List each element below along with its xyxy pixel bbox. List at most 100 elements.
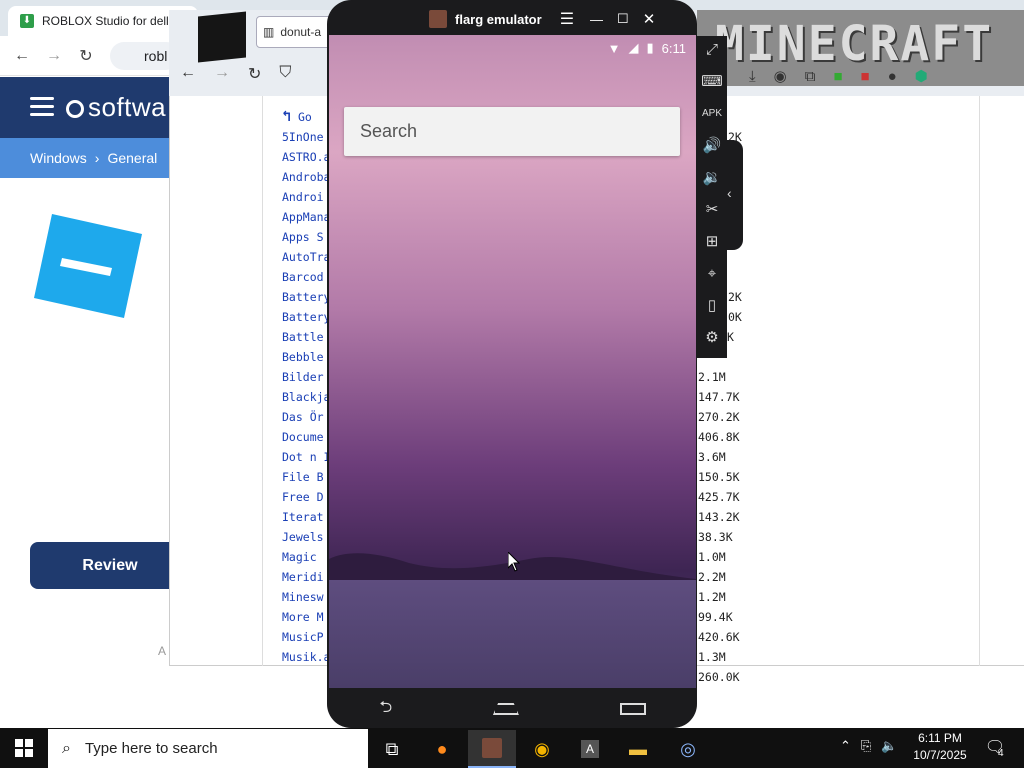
file-link[interactable]: File B xyxy=(282,470,324,484)
extension-icon[interactable]: ■ xyxy=(833,68,842,85)
volume-up-icon[interactable]: 🔊 xyxy=(700,134,724,158)
file-link[interactable]: Barcod xyxy=(282,270,324,284)
listing-nav: ← → ↻ ⛉ xyxy=(180,64,340,86)
breadcrumb-general[interactable]: General xyxy=(107,150,157,166)
file-link[interactable]: Androba xyxy=(282,170,330,184)
emulator-title: flarg emulator xyxy=(455,11,542,27)
file-link[interactable]: Blackja xyxy=(282,390,330,404)
status-time: 6:11 xyxy=(661,40,686,56)
info-icon[interactable]: ⛉ xyxy=(279,64,291,86)
cube-icon xyxy=(198,11,246,63)
recent-apps-icon[interactable] xyxy=(619,703,646,715)
add-icon[interactable]: ⊞ xyxy=(700,230,724,254)
windows-start-icon[interactable] xyxy=(0,728,48,768)
file-size: 406.8K xyxy=(698,430,740,444)
file-link[interactable]: Minesw xyxy=(282,590,324,604)
extension-icon[interactable]: ⧉ xyxy=(805,68,816,85)
fullscreen-icon[interactable]: ⤢ xyxy=(700,38,724,62)
location-icon[interactable]: ⌖ xyxy=(700,262,724,286)
file-link[interactable]: Dot n I xyxy=(282,450,330,464)
back-icon[interactable]: ← xyxy=(12,46,32,66)
roblox-logo-icon xyxy=(34,214,142,318)
file-size: 2.1M xyxy=(698,370,726,384)
scissors-icon[interactable]: ✂ xyxy=(700,198,724,222)
android-nav-bar: ⮌ xyxy=(329,690,696,728)
file-link[interactable]: Free D xyxy=(282,490,324,504)
file-link[interactable]: Androi xyxy=(282,190,324,204)
forward-icon[interactable]: → xyxy=(44,46,64,66)
file-size: 150.5K xyxy=(698,470,740,484)
file-size: 1.0M xyxy=(698,550,726,564)
profile-icon[interactable]: ◉ xyxy=(774,67,787,85)
chevron-up-icon[interactable]: ⌃ xyxy=(840,738,851,754)
file-size: 425.7K xyxy=(698,490,740,504)
file-link[interactable]: Musik.a xyxy=(282,650,330,664)
keyboard-icon[interactable]: ⌨ xyxy=(700,70,724,94)
apk-install-icon[interactable]: APK xyxy=(700,102,724,126)
reload-icon[interactable]: ↻ xyxy=(76,46,96,66)
clock-date: 10/7/2025 xyxy=(913,748,967,762)
volume-icon[interactable]: 🔈 xyxy=(881,738,897,754)
download-icon: ⬇ xyxy=(20,14,34,28)
file-link[interactable]: Apps S xyxy=(282,230,324,244)
file-link[interactable]: Bebble xyxy=(282,350,324,364)
file-link[interactable]: More M xyxy=(282,610,324,624)
menu-icon[interactable]: ☰ xyxy=(560,9,574,29)
taskbar-search-placeholder: Type here to search xyxy=(84,740,218,757)
download-icon[interactable]: ⤓ xyxy=(749,68,756,85)
file-link[interactable]: AutoTra xyxy=(282,250,330,264)
breadcrumb-windows[interactable]: Windows xyxy=(30,150,87,166)
site-logo[interactable]: softwa xyxy=(66,92,166,123)
file-size: 420.6K xyxy=(698,630,740,644)
file-link[interactable]: Das Ör xyxy=(282,410,324,424)
taskbar-clock[interactable]: 6:11 PM 10/7/2025 xyxy=(900,730,980,766)
extension-icon[interactable]: ● xyxy=(888,68,897,85)
home-icon[interactable] xyxy=(492,703,519,715)
volume-down-icon[interactable]: 🔉 xyxy=(700,166,724,190)
close-icon[interactable]: ✕ xyxy=(643,10,656,28)
file-link[interactable]: Battery xyxy=(282,290,330,304)
task-view-icon[interactable]: ⧉ xyxy=(368,730,416,768)
review-button[interactable]: Review xyxy=(30,542,190,589)
listing-tab[interactable]: ▥ donut-a xyxy=(256,16,336,48)
file-size: 3.6M xyxy=(698,450,726,464)
file-explorer-icon[interactable]: ▬ xyxy=(614,730,662,768)
extension-icon[interactable]: ■ xyxy=(861,68,870,85)
notification-icon[interactable]: 🗨 4 xyxy=(980,733,1010,763)
back-icon[interactable]: ⮌ xyxy=(379,696,392,723)
file-link[interactable]: Battery xyxy=(282,310,330,324)
reload-icon[interactable]: ↻ xyxy=(248,64,261,86)
shield-icon[interactable]: ⬢ xyxy=(915,67,928,85)
network-icon[interactable]: ⎘ xyxy=(861,738,871,754)
menu-icon[interactable] xyxy=(30,97,54,117)
back-icon[interactable]: ← xyxy=(180,64,196,86)
parent-directory-label: Go xyxy=(297,110,312,124)
file-size: 38.3K xyxy=(698,530,733,544)
minimize-icon[interactable]: — xyxy=(590,12,603,27)
shake-icon[interactable]: ▯ xyxy=(700,294,724,318)
maximize-icon[interactable]: ☐ xyxy=(617,11,629,27)
chrome-icon[interactable]: ◉ xyxy=(518,730,566,768)
file-link[interactable]: Docume xyxy=(282,430,324,444)
gear-icon[interactable]: ⚙ xyxy=(700,326,724,350)
parent-directory-link[interactable]: ↰ Go xyxy=(282,107,312,125)
file-link[interactable]: Meridi xyxy=(282,570,324,584)
forward-icon[interactable]: → xyxy=(214,64,230,86)
file-link[interactable]: MusicP xyxy=(282,630,324,644)
file-size: 1.2M xyxy=(698,590,726,604)
search-input[interactable]: Search xyxy=(344,107,680,156)
file-link[interactable]: Magic xyxy=(282,550,317,564)
file-link[interactable]: 5InOne xyxy=(282,130,324,144)
file-link[interactable]: Jewels xyxy=(282,530,324,544)
file-link[interactable]: Battle xyxy=(282,330,324,344)
file-link[interactable]: ASTRO.a xyxy=(282,150,330,164)
file-link[interactable]: AppMana xyxy=(282,210,330,224)
emulator-taskbar-icon[interactable] xyxy=(468,730,516,768)
app-icon[interactable]: ◎ xyxy=(664,730,712,768)
taskbar-search[interactable]: ⌕ Type here to search xyxy=(48,729,368,768)
font-app-icon[interactable]: A xyxy=(566,730,614,768)
firefox-icon[interactable]: ● xyxy=(418,730,466,768)
file-link[interactable]: Bilder xyxy=(282,370,324,384)
file-link[interactable]: Iterat xyxy=(282,510,324,524)
file-size: 2K xyxy=(728,290,742,304)
